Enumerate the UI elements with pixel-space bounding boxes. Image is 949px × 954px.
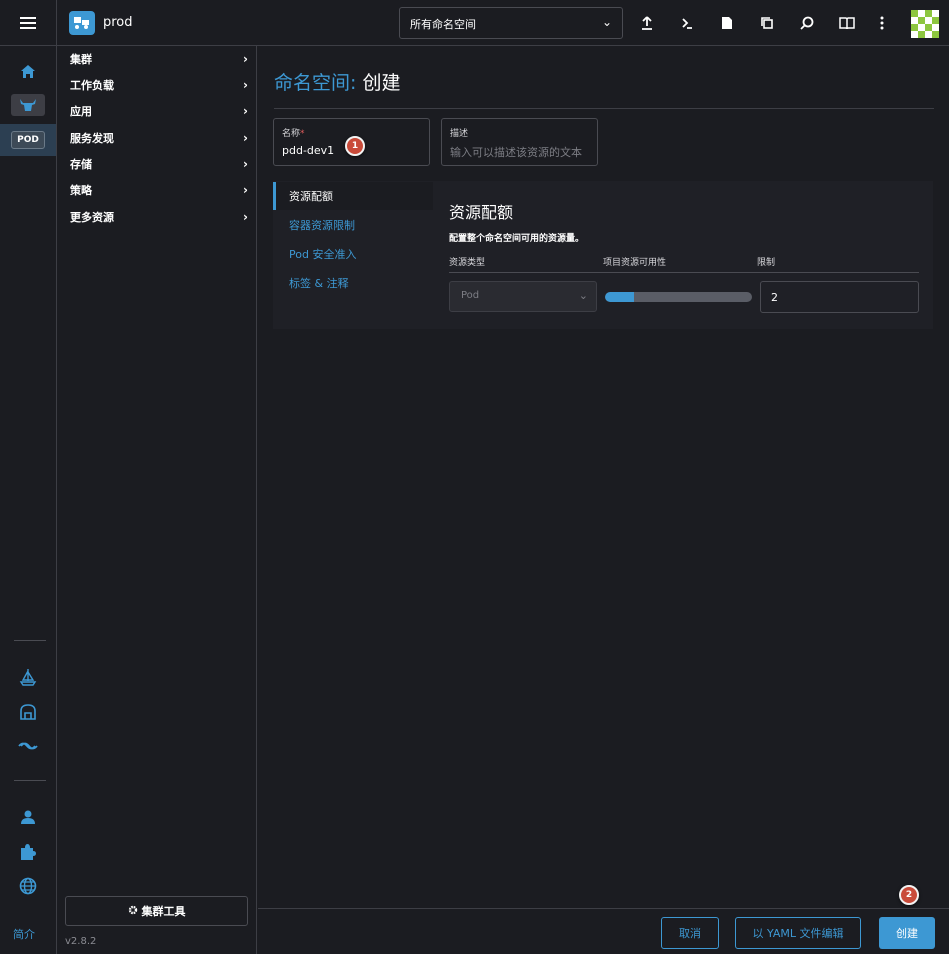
rail-divider (14, 640, 46, 641)
cluster-icon[interactable] (0, 90, 56, 120)
edit-as-yaml-button[interactable]: 以 YAML 文件编辑 (735, 917, 861, 949)
nav-item-more-resources[interactable]: 更多资源 › (70, 206, 248, 228)
search-icon[interactable] (796, 12, 818, 34)
nav-item-label: 存储 (70, 158, 92, 171)
description-input[interactable]: 输入可以描述该资源的文本 (450, 144, 589, 160)
side-tabs: 资源配额 容器资源限制 Pod 安全准入 标签 & 注释 (273, 181, 433, 329)
divider (449, 272, 919, 273)
description-field[interactable]: 描述 输入可以描述该资源的文本 (441, 118, 598, 166)
tab-resource-quota[interactable]: 资源配额 (273, 182, 433, 210)
tab-labels-annotations[interactable]: 标签 & 注释 (273, 269, 433, 297)
helm-icon[interactable] (0, 662, 56, 692)
nav-item-label: 应用 (70, 105, 92, 118)
side-nav: 集群 › 工作负载 › 应用 › 服务发现 › 存储 › 策略 › 更多资源 ›… (57, 46, 257, 954)
col-header-availability: 项目资源可用性 (603, 258, 667, 268)
cluster-logo-icon[interactable] (69, 11, 95, 35)
globe-icon[interactable] (0, 871, 56, 901)
nav-item-label: 集群 (70, 53, 92, 66)
file-icon[interactable] (716, 12, 738, 34)
nav-item-label: 工作负载 (70, 79, 114, 92)
callout-badge-2: 2 (899, 885, 919, 905)
chevron-right-icon: › (243, 183, 248, 197)
gear-icon (128, 905, 138, 918)
puzzle-icon[interactable] (0, 837, 56, 867)
chevron-right-icon: › (243, 104, 248, 118)
chevron-down-icon: ⌄ (578, 289, 588, 302)
chevron-right-icon: › (243, 131, 248, 145)
rail-divider (14, 780, 46, 781)
col-header-type: 资源类型 (449, 258, 486, 268)
page-title-action: 创建 (362, 72, 401, 94)
chevron-right-icon: › (243, 210, 248, 224)
availability-progress-bar (605, 292, 752, 302)
more-vert-icon[interactable] (871, 12, 893, 34)
version-label: v2.8.2 (65, 936, 97, 947)
cluster-tools-button[interactable]: 集群工具 (65, 896, 248, 926)
user-avatar[interactable] (911, 10, 939, 38)
extensions-icon[interactable] (0, 697, 56, 727)
chevron-down-icon: ⌄ (601, 15, 612, 29)
cluster-name: prod (103, 15, 133, 30)
pod-badge: POD (11, 131, 45, 149)
resource-type-value: Pod (461, 290, 480, 301)
home-icon[interactable] (0, 56, 56, 86)
terminal-icon[interactable] (676, 12, 698, 34)
nav-item-label: 策略 (70, 184, 92, 197)
divider (274, 108, 934, 109)
page-title: 命名空间: 创建 (274, 68, 400, 95)
nav-item-workloads[interactable]: 工作负载 › (70, 74, 248, 96)
book-icon[interactable] (836, 12, 858, 34)
left-rail: POD 简介 (0, 46, 57, 954)
nav-item-label: 服务发现 (70, 132, 114, 145)
top-bar: prod 所有命名空间 ⌄ (0, 0, 949, 46)
cancel-button[interactable]: 取消 (661, 917, 719, 949)
availability-progress-fill (605, 292, 635, 302)
nav-item-storage[interactable]: 存储 › (70, 153, 248, 175)
description-field-label: 描述 (450, 129, 469, 139)
nav-item-service-discovery[interactable]: 服务发现 › (70, 127, 248, 149)
create-button[interactable]: 创建 (879, 917, 935, 949)
tab-container-limits[interactable]: 容器资源限制 (273, 211, 433, 239)
resource-quota-panel: 资源配额 配置整个命名空间可用的资源量。 资源类型 项目资源可用性 限制 Pod… (433, 181, 933, 329)
cluster-tools-label: 集群工具 (141, 905, 186, 918)
resource-type-select[interactable]: Pod ⌄ (449, 281, 597, 312)
breadcrumb-link[interactable]: 命名空间: (274, 72, 356, 94)
main-content: 命名空间: 创建 名称* pdd-dev1 1 描述 输入可以描述该资源的文本 … (258, 46, 949, 908)
chevron-right-icon: › (243, 52, 248, 66)
chevron-right-icon: › (243, 78, 248, 92)
nav-item-apps[interactable]: 应用 › (70, 100, 248, 122)
limit-input[interactable]: 2 (760, 281, 919, 313)
footer-bar: 取消 以 YAML 文件编辑 创建 (258, 908, 949, 954)
col-header-limit: 限制 (757, 258, 776, 268)
chevron-right-icon: › (243, 157, 248, 171)
hamburger-icon (20, 17, 36, 29)
fleet-icon[interactable] (0, 731, 56, 761)
quota-title: 资源配额 (449, 203, 514, 222)
namespace-filter-select[interactable]: 所有命名空间 ⌄ (399, 7, 623, 39)
nav-item-label: 更多资源 (70, 211, 114, 224)
tab-pod-security[interactable]: Pod 安全准入 (273, 240, 433, 268)
callout-badge-1: 1 (345, 136, 365, 156)
copy-icon[interactable] (756, 12, 778, 34)
quota-subtitle: 配置整个命名空间可用的资源量。 (449, 234, 585, 244)
user-icon[interactable] (0, 802, 56, 832)
menu-button[interactable] (0, 0, 57, 46)
pod-nav-item[interactable]: POD (0, 124, 56, 156)
namespace-filter-value: 所有命名空间 (410, 18, 476, 31)
nav-item-policy[interactable]: 策略 › (70, 179, 248, 201)
nav-item-cluster[interactable]: 集群 › (70, 48, 248, 70)
upload-icon[interactable] (636, 12, 658, 34)
about-link[interactable]: 简介 (13, 926, 35, 942)
